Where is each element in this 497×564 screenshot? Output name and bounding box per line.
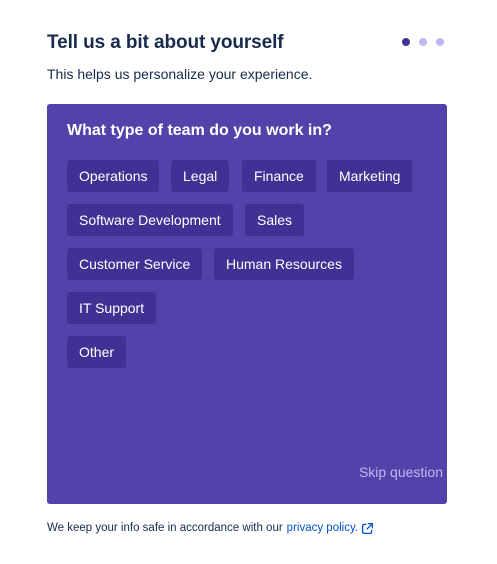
external-link-icon[interactable]	[361, 522, 374, 535]
option-human-resources[interactable]: Human Resources	[214, 248, 354, 280]
skip-question-link[interactable]: Skip question	[359, 464, 443, 480]
option-customer-service[interactable]: Customer Service	[67, 248, 203, 280]
option-marketing[interactable]: Marketing	[327, 160, 413, 192]
question-text: What type of team do you work in?	[67, 122, 332, 139]
progress-dot-step-1	[402, 38, 410, 46]
option-finance[interactable]: Finance	[242, 160, 316, 192]
progress-indicator	[402, 38, 444, 46]
option-legal[interactable]: Legal	[171, 160, 230, 192]
page-subtitle: This helps us personalize your experienc…	[47, 66, 313, 82]
privacy-footer: We keep your info safe in accordance wit…	[47, 521, 374, 535]
option-other[interactable]: Other	[67, 336, 127, 368]
progress-dot-step-2	[419, 38, 427, 46]
question-card: What type of team do you work in? Operat…	[47, 104, 447, 504]
progress-dot-step-3	[436, 38, 444, 46]
option-it-support[interactable]: IT Support	[67, 292, 157, 324]
onboarding-panel: Tell us a bit about yourself This helps …	[0, 0, 497, 564]
option-operations[interactable]: Operations	[67, 160, 160, 192]
page-title: Tell us a bit about yourself	[47, 32, 284, 53]
privacy-footer-text: We keep your info safe in accordance wit…	[47, 522, 283, 534]
privacy-policy-link[interactable]: privacy policy.	[287, 522, 358, 534]
option-sales[interactable]: Sales	[245, 204, 305, 236]
option-software-development[interactable]: Software Development	[67, 204, 233, 236]
